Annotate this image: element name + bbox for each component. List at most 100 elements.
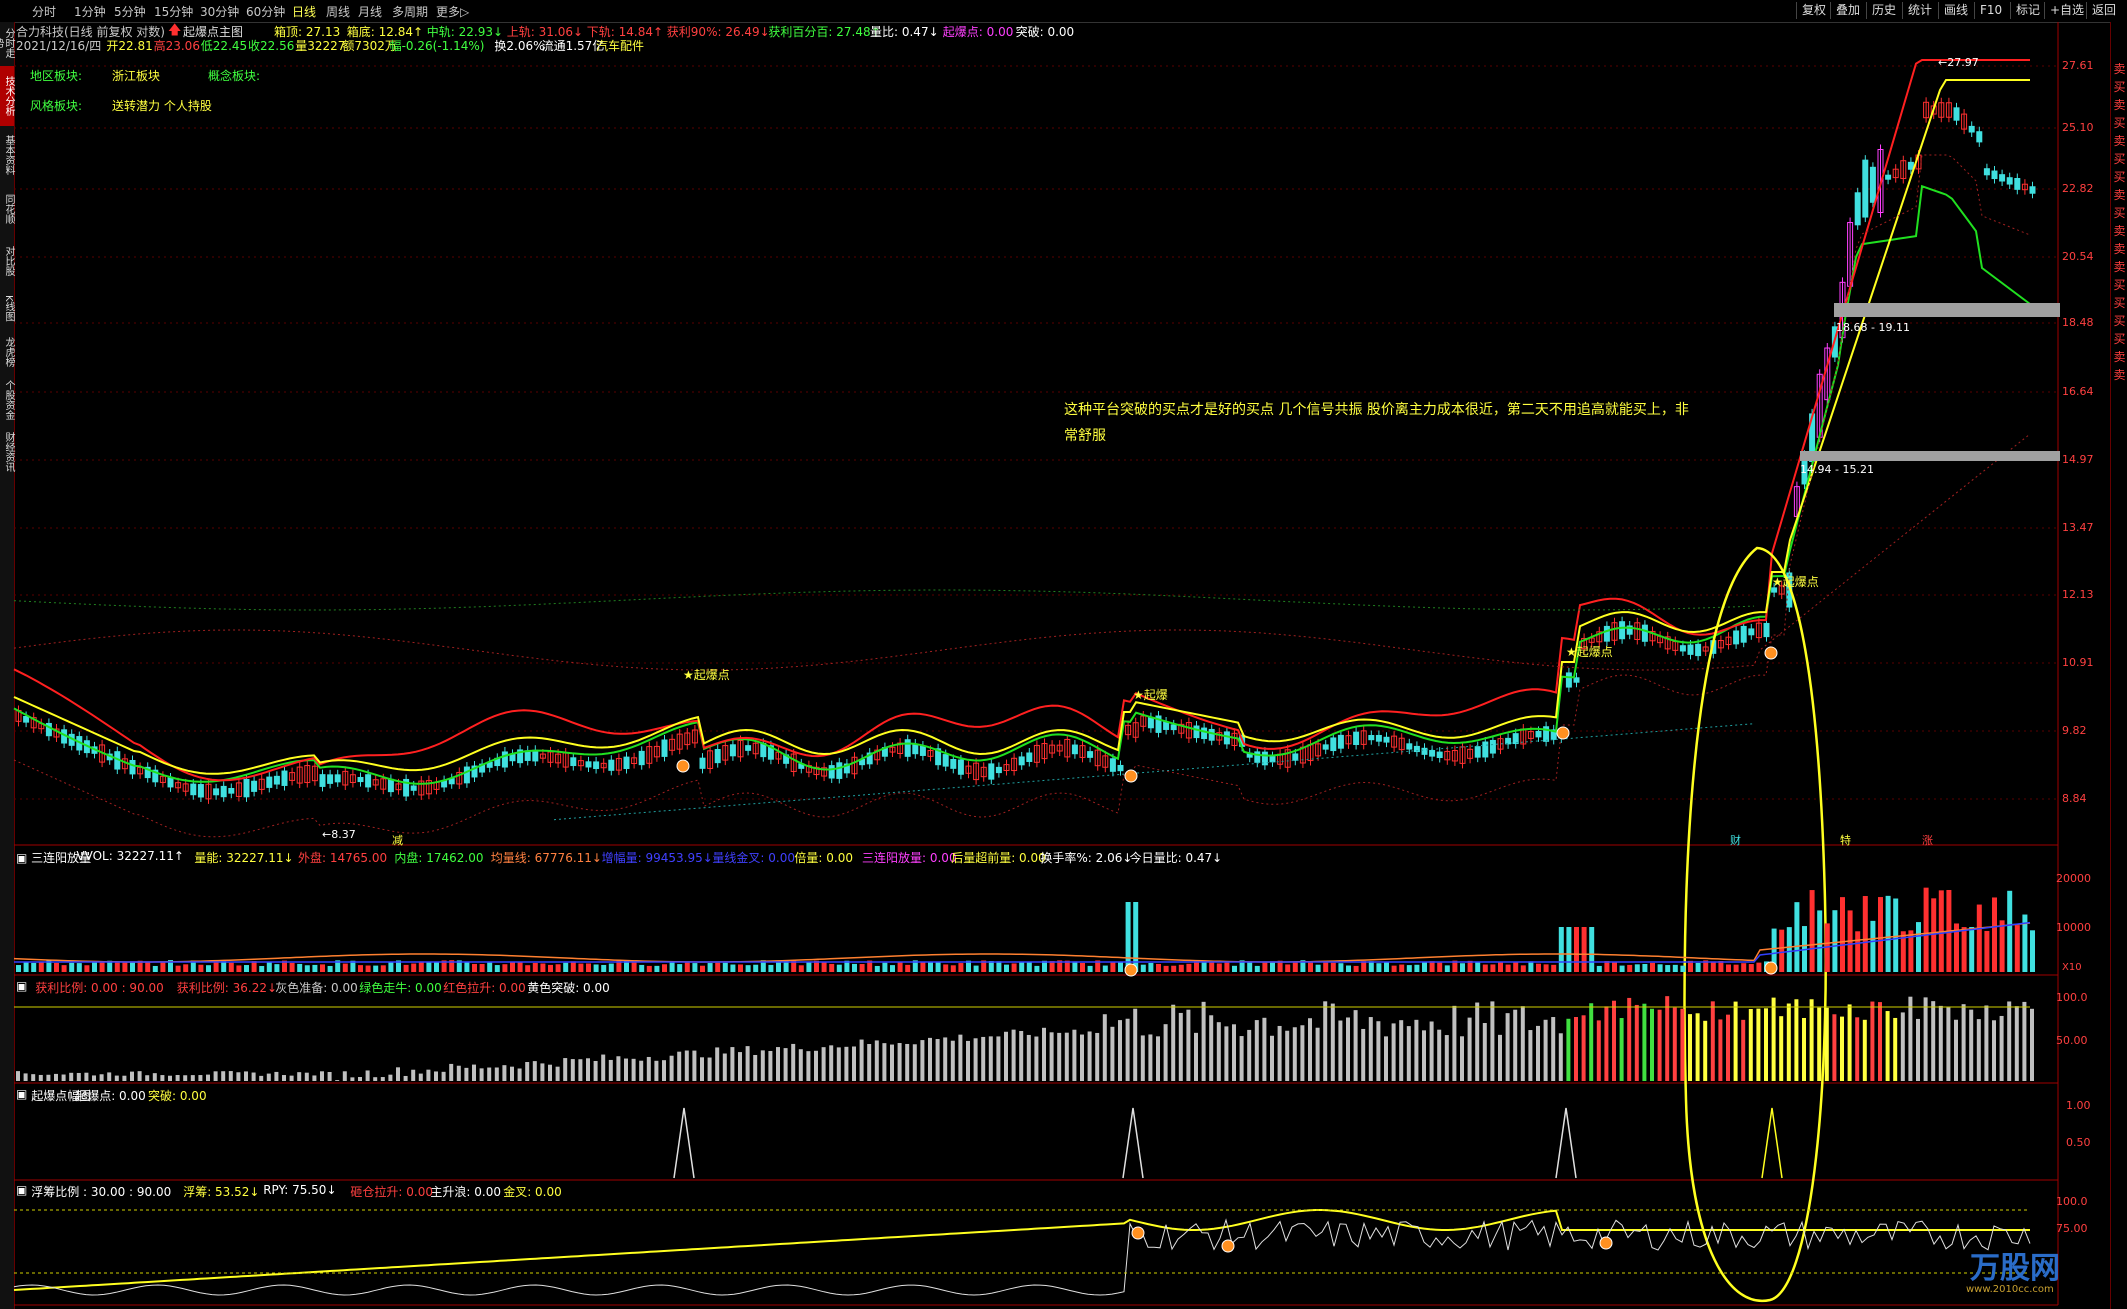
profit-bar: [1543, 1019, 1548, 1081]
candle-body: [912, 743, 919, 755]
candle-body: [661, 739, 668, 757]
volume-bar: [532, 962, 538, 972]
candle-body: [1322, 744, 1329, 750]
profit-bar: [525, 1062, 530, 1081]
volume-bar: [304, 965, 310, 972]
candle-body: [1565, 672, 1572, 688]
long-ma-dotted: [13, 589, 1755, 611]
p2-unit: X10: [2062, 962, 2082, 973]
p4-field-3: 突破: 0.00: [148, 1089, 207, 1103]
candle-body: [1223, 731, 1230, 745]
candle-body: [1695, 643, 1702, 657]
profit-bar: [1581, 1015, 1586, 1081]
volume-bar: [1019, 962, 1025, 972]
volume-bar: [1916, 922, 1921, 972]
volume-bar: [1346, 965, 1351, 972]
profit-bar: [1741, 1019, 1746, 1081]
profit-bar: [1908, 996, 1913, 1081]
float-white-line: [13, 1218, 2031, 1296]
profit-bar: [662, 1060, 666, 1081]
candle-body: [1968, 125, 1975, 133]
volume-bar: [1589, 927, 1595, 972]
profit-bar: [814, 1050, 818, 1081]
profit-bar: [798, 1049, 803, 1081]
profit-bar: [1536, 1025, 1540, 1081]
profit-bar: [1049, 1032, 1054, 1081]
p2-field-1: VVOL: 32227.11↑: [76, 849, 184, 863]
volume-bar: [31, 962, 37, 972]
volume-bar: [768, 964, 774, 972]
volume-bar: [2030, 930, 2035, 972]
candle-body: [1512, 733, 1519, 745]
volume-bar: [1596, 965, 1602, 972]
volume-bar: [84, 965, 90, 972]
volume-bar: [715, 962, 721, 972]
p4-field-0: ▣: [16, 1087, 28, 1101]
p5-tick-1: 75.00: [2056, 1222, 2088, 1235]
volume-bar: [1482, 964, 1488, 972]
candle-body: [1862, 159, 1869, 218]
candle-body: [1026, 752, 1033, 762]
profit-bar: [266, 1073, 271, 1081]
volume-bar: [1961, 927, 1967, 972]
volume-bar: [1741, 963, 1747, 972]
candle-body: [1854, 192, 1861, 226]
profit-bar: [1353, 1010, 1358, 1081]
volume-bar: [1475, 961, 1481, 972]
volume-bar: [472, 963, 477, 972]
volume-bar: [1498, 961, 1503, 972]
profit-bar: [1680, 1008, 1685, 1081]
candle-body: [904, 739, 911, 757]
volume-bar: [1247, 961, 1253, 972]
profit-bar: [1961, 1004, 1966, 1081]
volume-bar: [259, 965, 265, 972]
candle-body: [365, 774, 372, 788]
volume-bar: [99, 961, 105, 972]
profit-bar: [2014, 1006, 2019, 1081]
volume-bar: [1992, 897, 1997, 972]
candle-body: [463, 766, 470, 784]
volume-bar: [16, 965, 21, 972]
volume-bar: [160, 962, 166, 972]
volume-bar: [821, 961, 827, 972]
volume-bar: [1011, 963, 1017, 972]
profit-bar: [935, 1039, 940, 1081]
profit-bar: [1323, 1001, 1328, 1081]
profit-bar: [692, 1050, 697, 1081]
volume-bar: [92, 962, 97, 972]
profit-bar: [555, 1066, 560, 1081]
profit-bar: [1627, 997, 1632, 1081]
candle-body: [1163, 721, 1170, 730]
profit-bar: [99, 1074, 104, 1081]
profit-bar: [631, 1058, 636, 1081]
p4-field-2: 起爆点: 0.00: [75, 1089, 146, 1103]
profit-bar: [1862, 1019, 1867, 1081]
profit-bar: [570, 1059, 575, 1081]
volume-bar: [928, 962, 933, 972]
volume-bar: [639, 964, 645, 972]
p5-field-1: 浮筹比例 : 30.00 : 90.00: [31, 1185, 172, 1199]
profit-bar: [1224, 1026, 1229, 1081]
volume-bar: [730, 964, 736, 972]
profit-bar: [1665, 996, 1670, 1081]
profit-bar: [1042, 1027, 1046, 1081]
volume-bar: [722, 962, 728, 972]
volume-bar: [1923, 887, 1929, 972]
p5-tick-0: 100.0: [2056, 1195, 2088, 1208]
candle-body: [220, 785, 227, 798]
volume-bar: [1710, 961, 1716, 972]
profit-bar: [213, 1071, 218, 1081]
profit-bar: [669, 1055, 674, 1081]
profit-bar: [586, 1058, 590, 1081]
profit-bar: [1695, 1013, 1700, 1081]
volume-bar: [38, 962, 44, 972]
volume-bar: [434, 961, 439, 972]
profit-bar: [1893, 1017, 1898, 1081]
candle-body: [1436, 751, 1443, 759]
profit-bar: [912, 1044, 917, 1081]
kline-chart-canvas[interactable]: [0, 0, 2127, 1309]
volume-bar: [175, 965, 181, 972]
profit-bar: [1384, 1036, 1388, 1081]
event-mark-1: 财: [1730, 834, 1741, 847]
volume-bar: [1034, 965, 1040, 972]
